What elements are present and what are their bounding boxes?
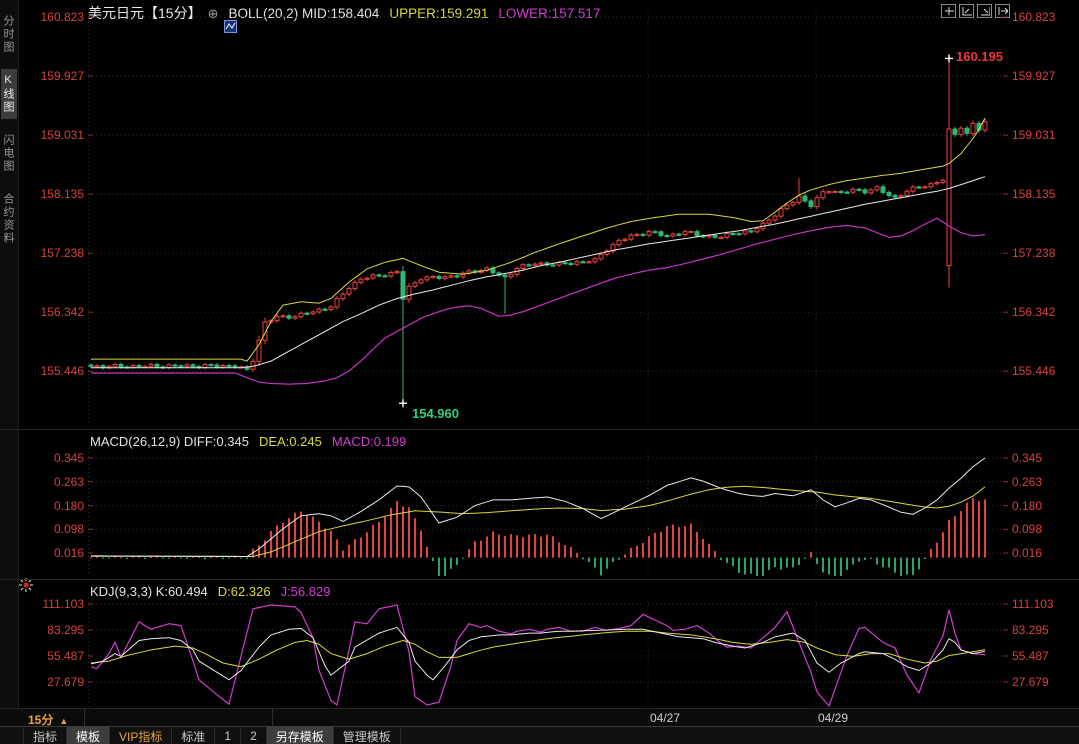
axis-label: 111.103 xyxy=(1012,598,1054,610)
axis-label: 159.031 xyxy=(1012,129,1055,141)
period-arrow-icon: ▲ xyxy=(59,716,68,726)
axis-label: 0.098 xyxy=(18,523,84,535)
axis-label: 83.295 xyxy=(1012,624,1049,636)
axis-label: 0.016 xyxy=(18,547,84,559)
tab-spacer xyxy=(0,727,24,744)
axis-label: 157.238 xyxy=(18,247,84,259)
bottom-tab-6[interactable]: 另存模板 xyxy=(267,727,334,744)
kdj-k-label: KDJ(9,3,3) K:60.494 xyxy=(90,584,208,599)
kdj-j-label: J:56.829 xyxy=(281,584,331,599)
bottom-tab-7[interactable]: 管理模板 xyxy=(334,727,401,744)
axis-label: 157.238 xyxy=(1012,247,1055,259)
macd-diff-label: MACD(26,12,9) DIFF:0.345 xyxy=(90,434,249,449)
bottom-tab-5[interactable]: 2 xyxy=(241,727,267,744)
axis-label: 0.345 xyxy=(18,452,84,464)
strip-divider xyxy=(272,709,273,727)
bottom-tab-2[interactable]: VIP指标 xyxy=(110,727,172,744)
axis-label: 160.823 xyxy=(1012,11,1055,23)
low-price-annotation: 154.960 xyxy=(412,406,459,421)
axis-label: 156.342 xyxy=(18,306,84,318)
axis-label: 0.345 xyxy=(1012,452,1042,464)
axis-label: 155.446 xyxy=(18,365,84,377)
kdj-legend: KDJ(9,3,3) K:60.494 D:62.326 J:56.829 xyxy=(90,584,330,599)
bottom-tab-0[interactable]: 指标 xyxy=(24,727,67,744)
axis-label: 159.927 xyxy=(1012,70,1055,82)
axis-label: 55.487 xyxy=(18,650,84,662)
axis-label: 0.180 xyxy=(18,500,84,512)
axis-label: 0.263 xyxy=(1012,476,1042,488)
sidebar-item-1[interactable]: K线图 xyxy=(1,69,17,119)
sidebar-item-3[interactable]: 合约资料 xyxy=(1,188,17,250)
chart-type-sidebar: 分时图 K线图闪电图合约资料 xyxy=(0,0,19,708)
axis-label: 160.823 xyxy=(18,11,84,23)
axis-label: 156.342 xyxy=(1012,306,1055,318)
axis-label: 0.263 xyxy=(18,476,84,488)
sidebar-item-2[interactable]: 闪电图 xyxy=(1,129,17,178)
macd-value-label: MACD:0.199 xyxy=(332,434,406,449)
high-price-annotation: 160.195 xyxy=(956,49,1003,64)
macd-chart[interactable] xyxy=(88,448,1008,576)
xaxis-strip: 15分▲ 04/2704/29 xyxy=(0,708,1079,727)
price-candlestick-chart[interactable] xyxy=(88,10,1008,425)
strip-divider xyxy=(84,709,85,727)
axis-label: 27.679 xyxy=(1012,676,1049,688)
x-axis-date: 04/27 xyxy=(650,711,680,725)
axis-label: 111.103 xyxy=(18,598,84,610)
x-axis-date: 04/29 xyxy=(818,711,848,725)
macd-legend: MACD(26,12,9) DIFF:0.345 DEA:0.245 MACD:0.… xyxy=(90,434,406,449)
axis-label: 0.180 xyxy=(1012,500,1042,512)
kdj-d-label: D:62.326 xyxy=(218,584,271,599)
bottom-tab-1[interactable]: 模板 xyxy=(67,727,110,744)
axis-label: 158.135 xyxy=(18,188,84,200)
pane-separator xyxy=(0,429,1079,430)
axis-label: 27.679 xyxy=(18,676,84,688)
bottom-tab-4[interactable]: 1 xyxy=(215,727,241,744)
kdj-chart[interactable] xyxy=(88,598,1008,710)
sidebar-item-0[interactable]: 分时图 xyxy=(1,10,17,59)
pane-separator xyxy=(0,579,1079,580)
axis-label: 159.031 xyxy=(18,129,84,141)
macd-dea-label: DEA:0.245 xyxy=(259,434,322,449)
axis-label: 55.487 xyxy=(1012,650,1049,662)
axis-label: 83.295 xyxy=(18,624,84,636)
axis-label: 158.135 xyxy=(1012,188,1055,200)
bottom-tab-3[interactable]: 标准 xyxy=(172,727,215,744)
trading-terminal: 分时图K线图闪电图合约资料 美元日元【15分】⊕BOLL(20,2) MID:1… xyxy=(0,0,1079,744)
axis-label: 159.927 xyxy=(18,70,84,82)
bottom-tab-bar: 指标模板VIP指标标准12另存模板管理模板 xyxy=(0,726,1079,744)
axis-label: 155.446 xyxy=(1012,365,1055,377)
axis-label: 0.016 xyxy=(1012,547,1042,559)
axis-label: 0.098 xyxy=(1012,523,1042,535)
